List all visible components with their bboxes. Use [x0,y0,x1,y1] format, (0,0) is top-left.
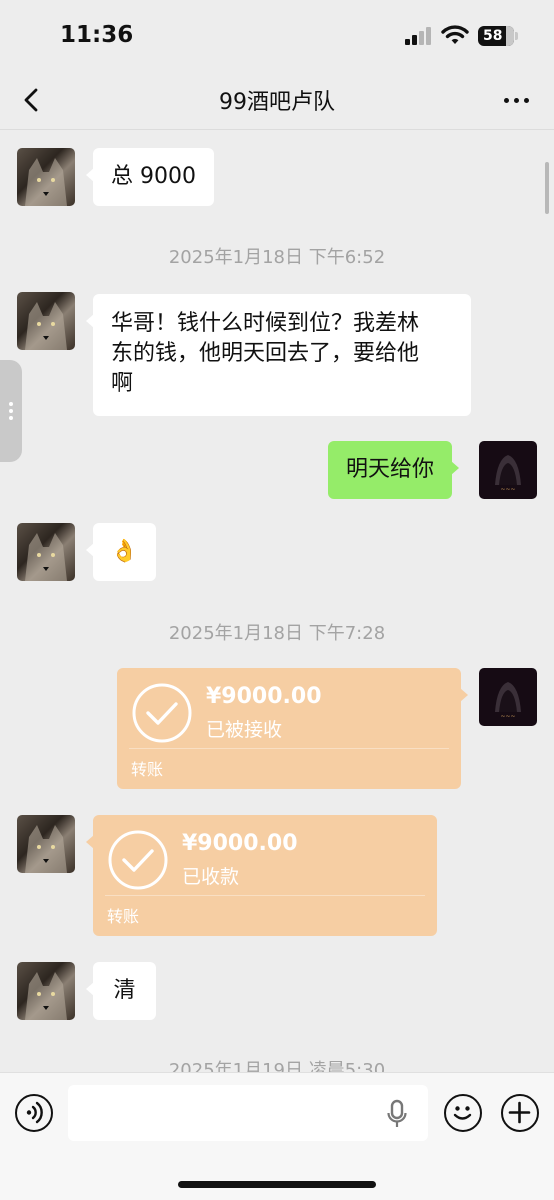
plus-icon [508,1101,531,1124]
transfer-status: 已收款 [182,866,240,888]
svg-text:~~~: ~~~ [500,486,515,493]
transfer-amount: ¥9000.00 [182,831,298,856]
avatar-wolf[interactable] [17,815,75,873]
transfer-label: 转账 [131,760,164,779]
check-circle-icon [108,830,168,890]
avatar-self[interactable]: ~~~ [479,441,537,499]
voice-button[interactable] [15,1094,53,1132]
avatar-wolf[interactable] [17,523,75,581]
message-line: 华哥！钱什么时候到位？我差林 [111,311,420,336]
scrollbar[interactable] [545,162,549,214]
cellular-signal-icon [405,27,433,45]
message-input[interactable] [68,1085,428,1141]
message-bubble[interactable]: 华哥！钱什么时候到位？我差林 东的钱，他明天回去了，要给他 啊 [86,294,471,416]
transfer-card-self[interactable]: ¥9000.00 已被接收 转账 [117,668,468,789]
divider [129,748,449,749]
avatar-wolf[interactable] [17,962,75,1020]
timestamp: 2025年1月18日 下午7:28 [168,623,386,644]
transfer-card-other[interactable]: ¥9000.00 已收款 转账 [86,815,437,936]
message-bubble[interactable]: 清 [86,962,156,1020]
timestamp: 2025年1月18日 下午6:52 [168,247,386,268]
side-drawer-handle[interactable] [0,360,22,462]
emoji-icon [453,1106,472,1120]
status-time: 11:36 [60,22,134,48]
status-bar: 11:36 58 [0,0,554,70]
battery-nub [515,32,518,40]
more-dots-icon [504,98,509,103]
voice-icon [26,1101,43,1124]
message-bubble-self[interactable]: 明天给你 [328,441,460,499]
divider [105,895,425,896]
message-line: 啊 [111,371,134,396]
nav-bar: 99酒吧卢队 [0,70,554,130]
avatar-wolf[interactable] [17,148,75,206]
check-circle-icon [132,683,192,743]
emoji-button[interactable] [444,1094,482,1132]
mic-icon[interactable] [386,1099,408,1129]
more-button[interactable] [502,90,532,110]
add-button[interactable] [501,1094,539,1132]
message-bubble[interactable]: 总 9000 [86,148,214,206]
input-bar [0,1072,554,1200]
avatar-self[interactable]: ~~~ [479,668,537,726]
transfer-amount: ¥9000.00 [206,684,322,709]
transfer-status: 已被接收 [206,719,283,741]
battery-level: 58 [483,28,503,44]
battery-icon: 58 [478,26,514,46]
message-line: 东的钱，他明天回去了，要给他 [111,341,420,366]
wifi-icon [441,25,469,44]
svg-text:~~~: ~~~ [500,713,515,720]
ok-hand-emoji: 👌 [110,539,139,564]
chat-title: 99酒吧卢队 [219,90,335,115]
avatar-wolf[interactable] [17,292,75,350]
transfer-label: 转账 [107,907,140,926]
message-bubble[interactable]: 👌 [86,523,156,581]
home-indicator[interactable] [178,1181,376,1188]
